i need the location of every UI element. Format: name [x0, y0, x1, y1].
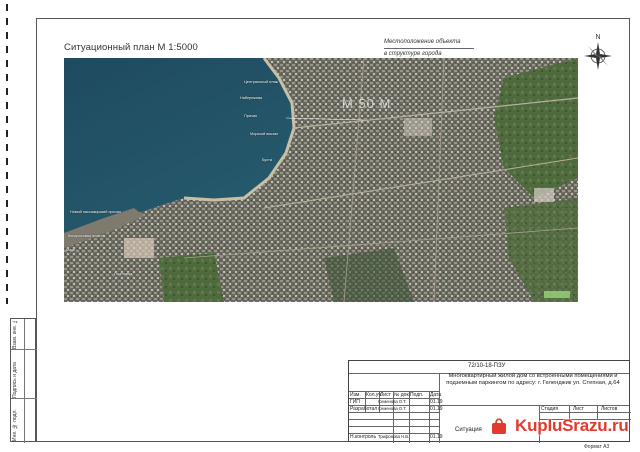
satellite-map: М 50 М Центральный пляж Набережная Прича… — [64, 58, 578, 302]
stamp-cell: Инв. № подл. — [12, 409, 18, 441]
map-label: Кипарисовая аллея — [68, 234, 103, 238]
tb-header-izm: Изм. — [350, 392, 361, 398]
watermark-text: KupluSrazu.ru — [515, 416, 629, 435]
tb-header-podp: Подп. — [410, 392, 424, 398]
watermark-logo — [486, 413, 512, 439]
shopping-bag-icon — [492, 418, 506, 434]
project-description: Многоквартирный жилой дом со встроенными… — [446, 373, 620, 386]
map-label: Причал — [244, 114, 258, 118]
stamp-cell — [24, 350, 37, 399]
map-label: Маяк — [66, 248, 76, 252]
tb-row-role: Н.контроль — [350, 434, 377, 440]
compass-rose-icon: N — [584, 34, 612, 70]
tb-row-date: 01.19 — [430, 434, 443, 440]
tb-header-ndok: № док. — [394, 392, 411, 398]
tb-row-date: 01.19 — [430, 399, 443, 405]
tb-row-name: Трифонова Н.В. — [378, 434, 410, 439]
map-label: Набережная — [240, 96, 263, 100]
sheet-format: Формат А3 — [584, 444, 610, 450]
watermark: KupluSrazu.ru — [486, 412, 629, 440]
margin-dashes — [6, 4, 8, 304]
tb-row-role: Разработал — [350, 406, 378, 412]
map-image — [64, 58, 578, 302]
tb-row-role: ГИП — [350, 399, 360, 405]
project-code: 72/10-18-ПЗУ — [468, 363, 506, 369]
tb-header-data: Дата — [430, 392, 442, 398]
compass-letter: N — [595, 34, 600, 41]
tb-row-name: Семенова О.Т. — [378, 399, 407, 404]
map-label: Бухта — [262, 158, 272, 162]
tb-row-name: Семенова О.Т. — [378, 406, 407, 411]
stamp-cell — [24, 399, 37, 443]
tb-sheet-name: Ситуация — [455, 427, 482, 433]
stamp-cell: Взам. инв. № — [11, 319, 24, 350]
map-label: Гостиница — [114, 272, 133, 276]
left-stamp: Взам. инв. № Подпись и дата Инв. № подл. — [10, 318, 37, 443]
tb-row-date: 01.19 — [430, 406, 443, 412]
tb-header-list: Лист — [380, 392, 391, 398]
scale-label: М 50 М — [342, 96, 392, 111]
stamp-cell — [24, 319, 37, 350]
plan-title: Ситуационный план М 1:5000 — [64, 42, 198, 53]
map-label: Морской вокзал — [250, 132, 279, 136]
map-label: Центральный пляж — [244, 80, 279, 84]
location-note-line1: Местоположение объекта — [384, 37, 474, 49]
map-label: Новый пассажирский причал — [70, 210, 122, 214]
stamp-cell: Подпись и дата — [11, 350, 24, 399]
